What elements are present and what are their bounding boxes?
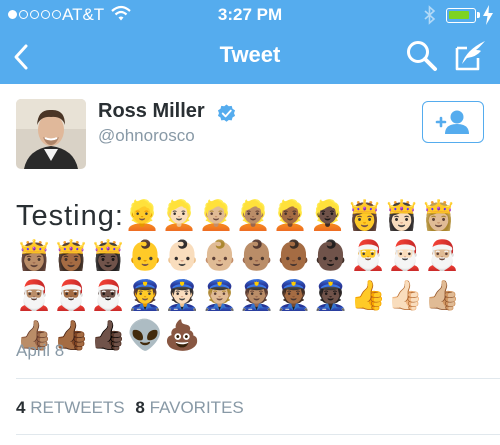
charging-bolt-icon [483, 5, 493, 25]
add-user-icon [435, 110, 469, 134]
retweets-stat[interactable]: 4 RETWEETS [16, 398, 125, 417]
search-icon[interactable] [404, 38, 440, 74]
app-header: AT&T 3:27 PM Tweet [0, 0, 500, 84]
favorites-stat[interactable]: 8 FAVORITES [135, 398, 243, 417]
verified-badge-icon [217, 104, 236, 122]
avatar[interactable] [16, 99, 86, 169]
favorites-count: 8 [135, 398, 145, 417]
favorites-label: FAVORITES [149, 398, 244, 417]
retweets-label: RETWEETS [30, 398, 125, 417]
author-handle[interactable]: @ohnorosco [98, 126, 195, 146]
compose-icon[interactable] [452, 38, 490, 74]
tweet-text-content: Testing:👱👱🏻👱🏼👱🏽👱🏾👱🏿👸👸🏻👸🏼👸🏽👸🏾👸🏿👶👶🏻👶🏼👶🏽👶🏾👶… [16, 200, 462, 352]
battery-tip [477, 12, 480, 18]
tweet-date: April 8 [16, 341, 65, 360]
tweet-stats: 4 RETWEETS 8 FAVORITES [16, 398, 250, 418]
tweet-text: Testing:👱👱🏻👱🏼👱🏽👱🏾👱🏿👸👸🏻👸🏼👸🏽👸🏾👸🏿👶👶🏻👶🏼👶🏽👶🏾👶… [16, 196, 491, 356]
retweets-count: 4 [16, 398, 26, 417]
author-name[interactable]: Ross Miller [98, 100, 205, 123]
nav-bar: Tweet [0, 30, 500, 84]
battery-icon [446, 8, 476, 23]
bluetooth-icon [424, 5, 436, 25]
divider [16, 378, 500, 379]
status-bar: AT&T 3:27 PM [0, 0, 500, 30]
follow-button[interactable] [422, 101, 484, 143]
divider [16, 434, 500, 435]
